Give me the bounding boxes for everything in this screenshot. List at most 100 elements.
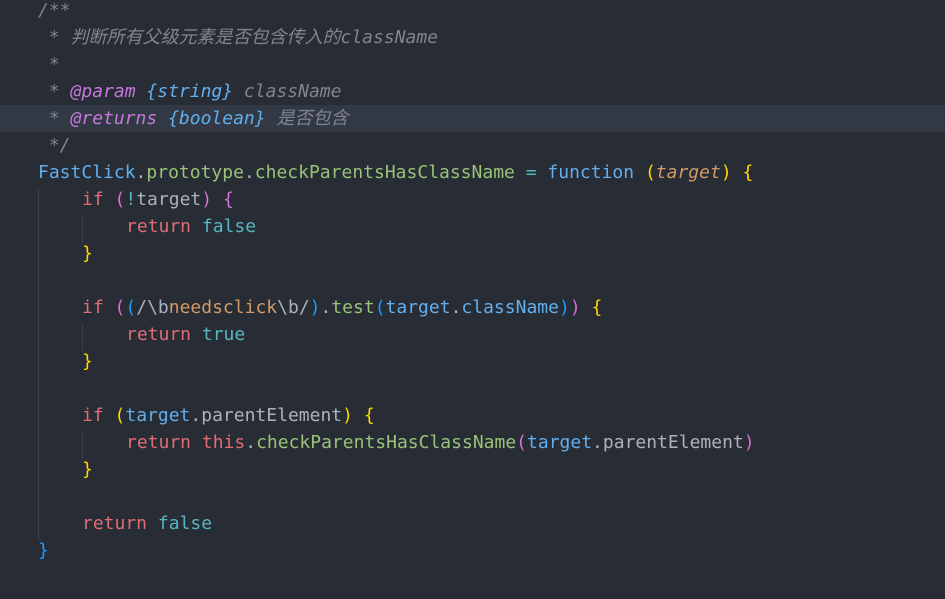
- code-token: checkParentsHasClassName: [254, 162, 515, 183]
- code-line[interactable]: if ((/\bneedsclick\b/).test(target.class…: [0, 294, 945, 321]
- code-line-content: * @returns {boolean} 是否包含: [38, 105, 349, 132]
- code-token: target: [136, 189, 202, 210]
- code-line[interactable]: if (!target) {: [0, 186, 945, 213]
- code-line-content: */: [38, 132, 71, 159]
- code-line-content: if (!target) {: [82, 186, 234, 213]
- code-token: if: [82, 405, 104, 426]
- code-line[interactable]: /**: [0, 0, 945, 24]
- code-token: }: [82, 459, 93, 480]
- code-token: ): [342, 405, 353, 426]
- code-token: {string}: [146, 81, 234, 102]
- code-line[interactable]: * 判断所有父级元素是否包含传入的className: [0, 24, 945, 51]
- code-token: ): [743, 432, 755, 453]
- code-token: !: [125, 189, 137, 210]
- code-token: FastClick: [38, 162, 136, 183]
- code-token: className: [233, 81, 342, 102]
- code-token: ): [720, 162, 732, 183]
- code-token: this: [201, 432, 246, 453]
- code-token: */: [38, 135, 71, 156]
- code-token: target: [655, 162, 721, 183]
- code-line[interactable]: }: [0, 537, 945, 564]
- code-token: .: [450, 297, 462, 318]
- code-token: {: [591, 297, 603, 318]
- code-token: ): [309, 297, 321, 318]
- code-token: * 判断所有父级元素是否包含传入的className: [38, 27, 439, 48]
- code-line-content: return this.checkParentsHasClassName(tar…: [126, 429, 755, 456]
- code-token: return: [126, 432, 192, 453]
- code-line[interactable]: [0, 483, 945, 510]
- code-line[interactable]: [0, 564, 945, 591]
- code-token: return: [126, 324, 192, 345]
- code-line[interactable]: }: [0, 240, 945, 267]
- code-line[interactable]: *: [0, 51, 945, 78]
- code-line-content: }: [82, 348, 93, 375]
- code-token: return: [126, 216, 192, 237]
- code-token: /: [136, 297, 148, 318]
- code-line[interactable]: * @returns {boolean} 是否包含: [0, 105, 945, 132]
- code-line-content: * 判断所有父级元素是否包含传入的className: [38, 24, 438, 51]
- code-token: target: [125, 405, 191, 426]
- code-token: 是否包含: [265, 108, 349, 129]
- code-line[interactable]: }: [0, 456, 945, 483]
- code-token: @param: [70, 81, 136, 102]
- code-token: ): [558, 297, 570, 318]
- code-token: .: [245, 432, 257, 453]
- code-token: (: [374, 297, 386, 318]
- code-line[interactable]: [0, 267, 945, 294]
- code-line[interactable]: return this.checkParentsHasClassName(tar…: [0, 429, 945, 456]
- code-token: false: [157, 513, 213, 534]
- code-line[interactable]: */: [0, 132, 945, 159]
- code-token: \b: [147, 297, 169, 318]
- code-token: target: [527, 432, 593, 453]
- code-line-content: return false: [126, 213, 256, 240]
- code-token: (: [114, 297, 126, 318]
- code-line-content: FastClick.prototype.checkParentsHasClass…: [38, 159, 753, 186]
- code-token: }: [38, 540, 49, 561]
- code-line[interactable]: * @param {string} className: [0, 78, 945, 105]
- code-token: *: [38, 54, 60, 75]
- code-token: .: [135, 162, 147, 183]
- code-line-content: }: [82, 240, 93, 267]
- code-token: ): [201, 189, 213, 210]
- code-token: true: [201, 324, 246, 345]
- code-token: *: [38, 108, 71, 129]
- code-line[interactable]: FastClick.prototype.checkParentsHasClass…: [0, 159, 945, 186]
- code-token: function: [547, 162, 635, 183]
- code-line-content: return true: [126, 321, 245, 348]
- code-token: }: [82, 243, 93, 264]
- code-line[interactable]: }: [0, 348, 945, 375]
- code-token: {: [742, 162, 754, 183]
- code-line[interactable]: if (target.parentElement) {: [0, 402, 945, 429]
- code-token: className: [461, 297, 559, 318]
- code-token: (: [125, 297, 137, 318]
- code-line[interactable]: [0, 375, 945, 402]
- code-token: *: [38, 81, 71, 102]
- code-token: (: [114, 405, 126, 426]
- code-line[interactable]: return true: [0, 321, 945, 348]
- code-line[interactable]: return false: [0, 510, 945, 537]
- code-token: \b: [277, 297, 299, 318]
- code-token: ): [569, 297, 581, 318]
- code-line-content: if ((/\bneedsclick\b/).test(target.class…: [82, 294, 602, 321]
- code-line-content: if (target.parentElement) {: [82, 402, 375, 429]
- code-token: /: [298, 297, 310, 318]
- code-token: return: [82, 513, 148, 534]
- code-token: .: [190, 405, 202, 426]
- code-line[interactable]: return false: [0, 213, 945, 240]
- code-token: .: [243, 162, 255, 183]
- code-token: }: [82, 351, 93, 372]
- code-token: parentElement: [201, 405, 343, 426]
- code-editor[interactable]: /** * 判断所有父级元素是否包含传入的className * * @para…: [0, 0, 945, 599]
